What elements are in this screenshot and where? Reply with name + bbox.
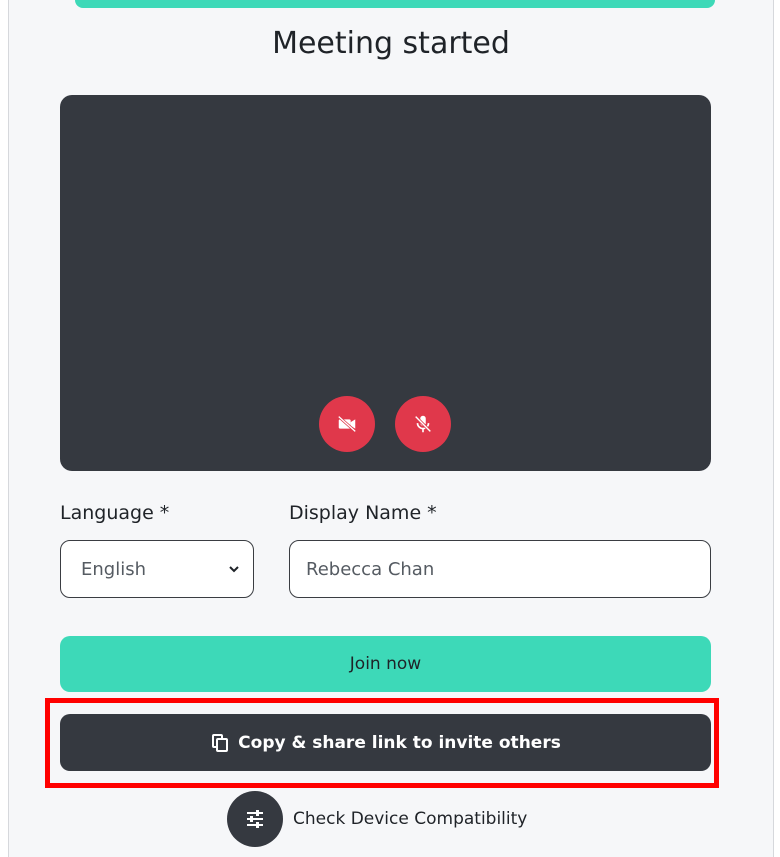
join-now-button[interactable]: Join now <box>60 636 711 692</box>
camera-off-icon <box>337 415 357 433</box>
microphone-toggle-button[interactable] <box>395 396 451 452</box>
display-name-label: Display Name * <box>289 502 437 524</box>
chevron-down-icon <box>229 566 239 573</box>
page-title: Meeting started <box>272 26 510 61</box>
copy-icon <box>212 733 229 752</box>
mic-off-icon <box>414 415 432 433</box>
language-select-value: English <box>81 558 146 580</box>
camera-toggle-button[interactable] <box>319 396 375 452</box>
language-label: Language * <box>60 502 170 524</box>
top-accent-bar <box>75 0 715 8</box>
video-preview <box>60 95 711 471</box>
copy-share-link-button[interactable]: Copy & share link to invite others <box>60 714 711 771</box>
check-device-compatibility-label: Check Device Compatibility <box>293 809 528 829</box>
language-select[interactable]: English <box>60 540 254 598</box>
join-now-label: Join now <box>349 654 422 674</box>
meeting-panel: Meeting started Language * Display Name … <box>8 0 774 857</box>
check-device-compatibility-button[interactable]: Check Device Compatibility <box>227 791 527 847</box>
copy-share-link-label: Copy & share link to invite others <box>238 732 561 753</box>
display-name-input[interactable] <box>289 540 711 598</box>
sliders-icon <box>247 810 263 828</box>
settings-sliders-icon-container <box>227 791 283 847</box>
